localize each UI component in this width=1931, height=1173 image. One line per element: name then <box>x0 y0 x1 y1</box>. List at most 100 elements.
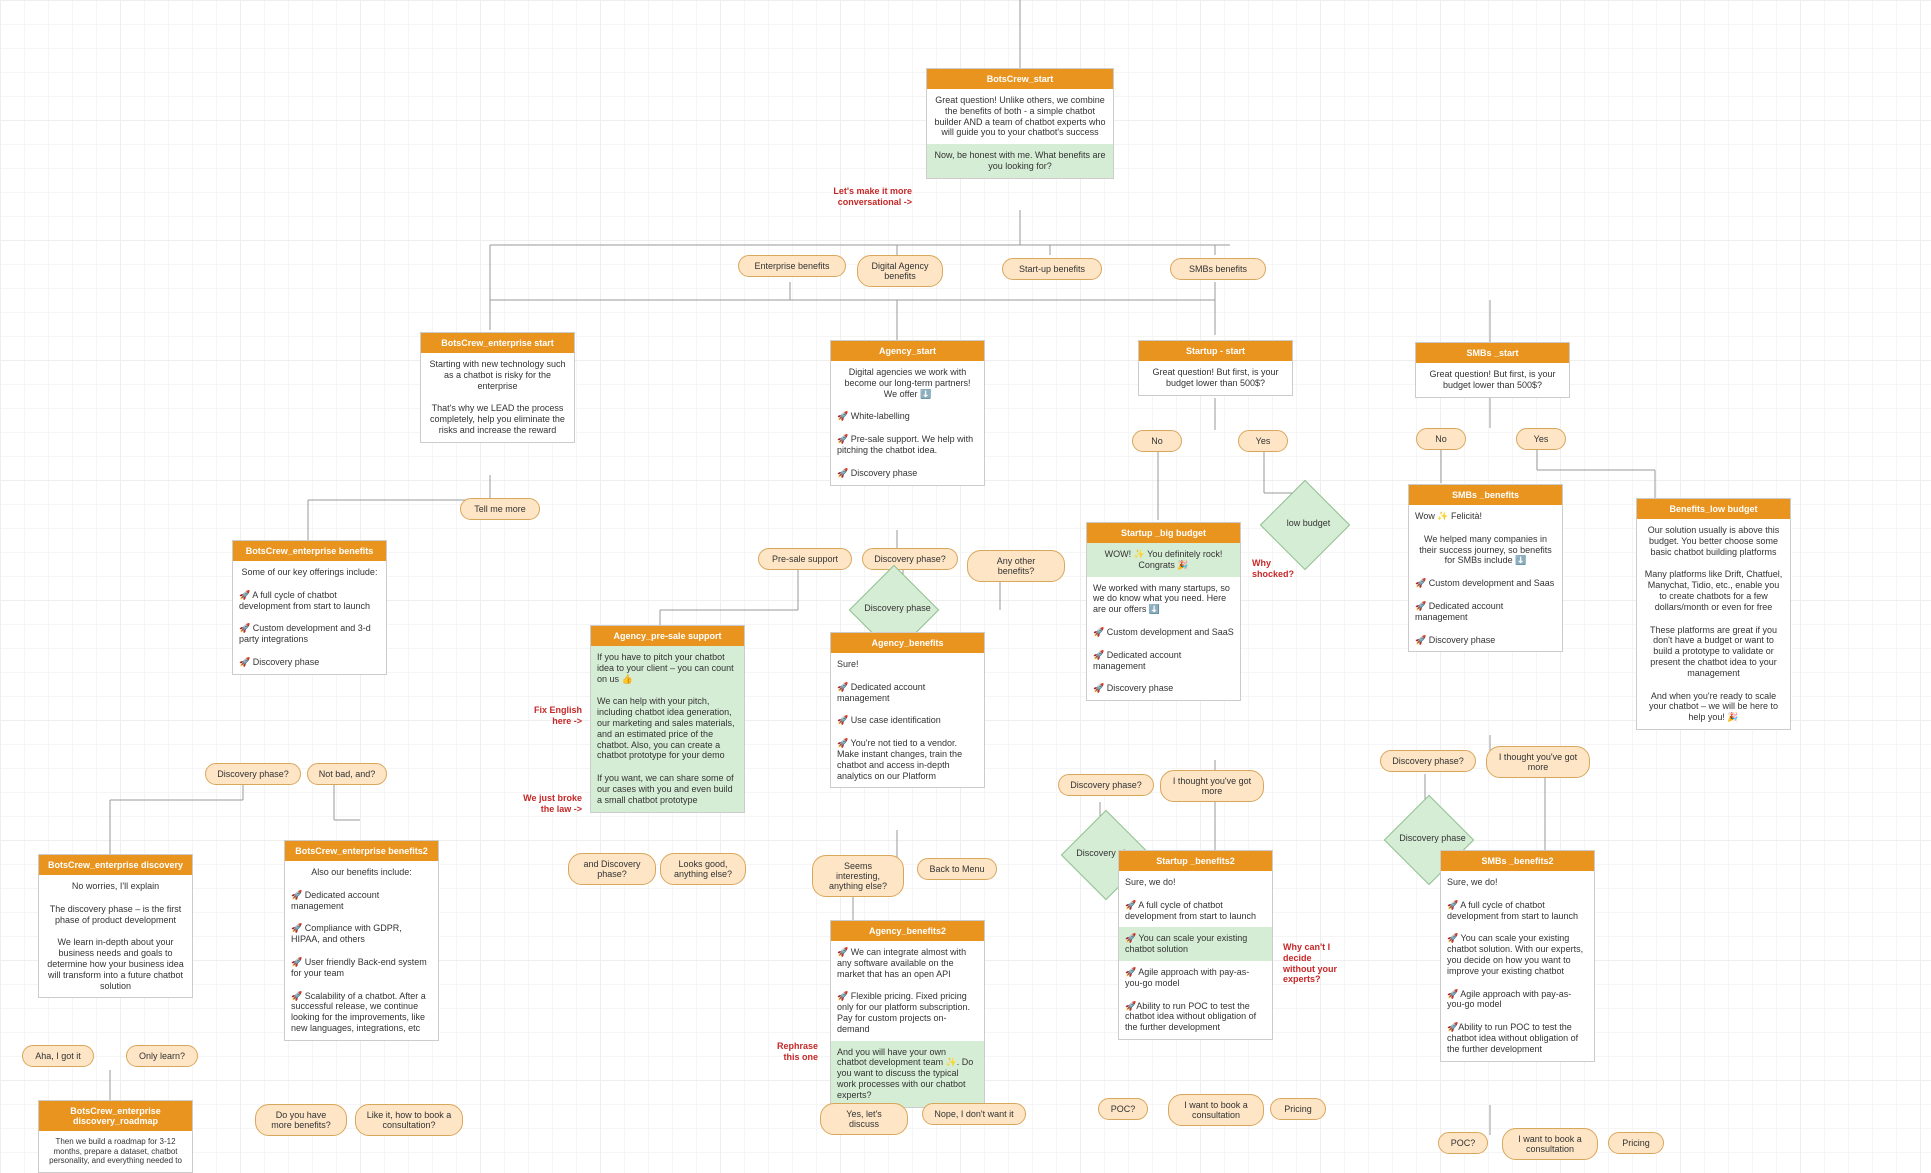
card-text: Some of our key offerings include: <box>233 561 386 584</box>
pill-no[interactable]: No <box>1416 428 1466 450</box>
card-text: 🚀 Pre-sale support. We help with pitchin… <box>831 428 984 462</box>
card-text: 🚀Ability to run POC to test the chatbot … <box>1441 1016 1594 1060</box>
card-smb-benefits: SMBs _benefits Wow ✨ Felicità! We helped… <box>1408 484 1563 652</box>
pill-presale-support[interactable]: Pre-sale support <box>758 548 852 570</box>
annotation: Let's make it more conversational -> <box>812 186 912 208</box>
card-low-budget: Benefits_low budget Our solution usually… <box>1636 498 1791 730</box>
card-text: 🚀 Dedicated account management <box>831 676 984 710</box>
pill-yes[interactable]: Yes <box>1516 428 1566 450</box>
card-text: 🚀 You're not tied to a vendor. Make inst… <box>831 732 984 787</box>
card-text: 🚀 Custom development and SaaS <box>1087 621 1240 644</box>
card-enterprise-discovery: BotsCrew_enterprise discovery No worries… <box>38 854 193 998</box>
card-smb-benefits2: SMBs _benefits2 Sure, we do! 🚀 A full cy… <box>1440 850 1595 1062</box>
card-text: 🚀 Custom development and 3-d party integ… <box>233 617 386 651</box>
annotation: Why shocked? <box>1252 558 1306 580</box>
annotation: Why can't I decide without your experts? <box>1283 942 1343 985</box>
pill-yes-discuss[interactable]: Yes, let's discuss <box>820 1103 908 1135</box>
card-text: Sure, we do! <box>1119 871 1272 894</box>
pill-startup-benefits[interactable]: Start-up benefits <box>1002 258 1102 280</box>
card-text: 🚀 User friendly Back-end system for your… <box>285 951 438 985</box>
card-header: Agency_benefits2 <box>831 921 984 941</box>
pill-more-benefits[interactable]: Do you have more benefits? <box>255 1104 347 1136</box>
card-header: Startup - start <box>1139 341 1292 361</box>
pill-looks-good[interactable]: Looks good, anything else? <box>660 853 746 885</box>
pill-nope[interactable]: Nope, I don't want it <box>922 1103 1026 1125</box>
pill-no[interactable]: No <box>1132 430 1182 452</box>
card-text: Sure, we do! <box>1441 871 1594 894</box>
card-text: 🚀 Dedicated account management <box>285 884 438 918</box>
card-header: SMBs _benefits <box>1409 485 1562 505</box>
card-text: 🚀 A full cycle of chatbot development fr… <box>233 584 386 618</box>
card-text: Our solution usually is above this budge… <box>1637 519 1790 563</box>
pill-any-other[interactable]: Any other benefits? <box>967 550 1065 582</box>
pill-discovery-phase[interactable]: Discovery phase? <box>1058 774 1154 796</box>
pill-book-consultation[interactable]: I want to book a consultation <box>1168 1094 1264 1126</box>
pill-smb-benefits[interactable]: SMBs benefits <box>1170 258 1266 280</box>
card-text: 🚀 Scalability of a chatbot. After a succ… <box>285 985 438 1040</box>
card-text: 🚀 You can scale your existing chatbot so… <box>1441 927 1594 982</box>
pill-and-discovery[interactable]: and Discovery phase? <box>568 853 656 885</box>
pill-poc[interactable]: POC? <box>1438 1132 1488 1154</box>
card-enterprise-roadmap: BotsCrew_enterprise discovery_roadmap Th… <box>38 1100 193 1173</box>
card-agency-benefits: Agency_benefits Sure! 🚀 Dedicated accoun… <box>830 632 985 788</box>
card-text: The discovery phase – is the first phase… <box>39 898 192 932</box>
card-header: BotsCrew_enterprise benefits2 <box>285 841 438 861</box>
card-text: 🚀 Compliance with GDPR, HIPAA, and other… <box>285 917 438 951</box>
card-agency-presale: Agency_pre-sale support If you have to p… <box>590 625 745 813</box>
card-text: Great question! But first, is your budge… <box>1139 361 1292 395</box>
pill-seems-interesting[interactable]: Seems interesting, anything else? <box>812 855 904 897</box>
card-text: 🚀 White-labelling <box>831 405 984 428</box>
card-text: 🚀 A full cycle of chatbot development fr… <box>1441 894 1594 928</box>
pill-book-consultation[interactable]: I want to book a consultation <box>1502 1128 1598 1160</box>
pill-book-consultation[interactable]: Like it, how to book a consultation? <box>355 1104 463 1136</box>
card-text: 🚀 Dedicated account management <box>1087 644 1240 678</box>
card-text: 🚀 We can integrate almost with any softw… <box>831 941 984 985</box>
card-enterprise-start: BotsCrew_enterprise start Starting with … <box>420 332 575 443</box>
pill-back-menu[interactable]: Back to Menu <box>917 858 997 880</box>
pill-got-more[interactable]: I thought you've got more <box>1486 746 1590 778</box>
pill-discovery-phase[interactable]: Discovery phase? <box>205 763 301 785</box>
card-header: Benefits_low budget <box>1637 499 1790 519</box>
pill-pricing[interactable]: Pricing <box>1270 1098 1326 1120</box>
card-startup-benefits2: Startup _benefits2 Sure, we do! 🚀 A full… <box>1118 850 1273 1040</box>
card-header: Startup _benefits2 <box>1119 851 1272 871</box>
pill-poc[interactable]: POC? <box>1098 1098 1148 1120</box>
card-text: Then we build a roadmap for 3-12 months,… <box>39 1131 192 1172</box>
pill-agency-benefits[interactable]: Digital Agency benefits <box>857 255 943 287</box>
card-text: Sure! <box>831 653 984 676</box>
card-startup-big-budget: Startup _big budget WOW! ✨ You definitel… <box>1086 522 1241 701</box>
card-text: 🚀Ability to run POC to test the chatbot … <box>1119 995 1272 1039</box>
card-agency-start: Agency_start Digital agencies we work wi… <box>830 340 985 486</box>
pill-not-bad[interactable]: Not bad, and? <box>307 763 387 785</box>
card-text: Starting with new technology such as a c… <box>421 353 574 397</box>
card-smb-start: SMBs _start Great question! But first, i… <box>1415 342 1570 398</box>
card-text: Now, be honest with me. What benefits ar… <box>927 144 1113 178</box>
card-text: 🚀 Discovery phase <box>1409 629 1562 652</box>
diamond-low-budget: low budget <box>1260 480 1351 571</box>
card-text: If you want, we can share some of our ca… <box>591 767 744 811</box>
card-text: And you will have your own chatbot devel… <box>831 1041 984 1107</box>
card-text: 🚀 Custom development and Saas <box>1409 572 1562 595</box>
pill-only-learn[interactable]: Only learn? <box>126 1045 198 1067</box>
card-text: WOW! ✨ You definitely rock! Congrats 🎉 <box>1087 543 1240 577</box>
card-text: If you have to pitch your chatbot idea t… <box>591 646 744 690</box>
pill-got-more[interactable]: I thought you've got more <box>1160 770 1264 802</box>
pill-pricing[interactable]: Pricing <box>1608 1132 1664 1154</box>
pill-aha-got-it[interactable]: Aha, I got it <box>22 1045 94 1067</box>
pill-enterprise-benefits[interactable]: Enterprise benefits <box>738 255 846 277</box>
card-text: No worries, I'll explain <box>39 875 192 898</box>
card-enterprise-benefits2: BotsCrew_enterprise benefits2 Also our b… <box>284 840 439 1041</box>
pill-discovery-phase[interactable]: Discovery phase? <box>862 548 958 570</box>
card-text: Also our benefits include: <box>285 861 438 884</box>
card-text: Digital agencies we work with become our… <box>831 361 984 405</box>
card-text: And when you're ready to scale your chat… <box>1637 685 1790 729</box>
card-header: BotsCrew_enterprise discovery <box>39 855 192 875</box>
card-text: 🚀 Agile approach with pay-as-you-go mode… <box>1441 983 1594 1017</box>
pill-discovery-phase[interactable]: Discovery phase? <box>1380 750 1476 772</box>
pill-yes[interactable]: Yes <box>1238 430 1288 452</box>
card-text: These platforms are great if you don't h… <box>1637 619 1790 685</box>
card-text: Great question! But first, is your budge… <box>1416 363 1569 397</box>
card-text: We can help with your pitch, including c… <box>591 690 744 767</box>
card-text: We helped many companies in their succes… <box>1409 528 1562 572</box>
pill-tell-me-more[interactable]: Tell me more <box>460 498 540 520</box>
